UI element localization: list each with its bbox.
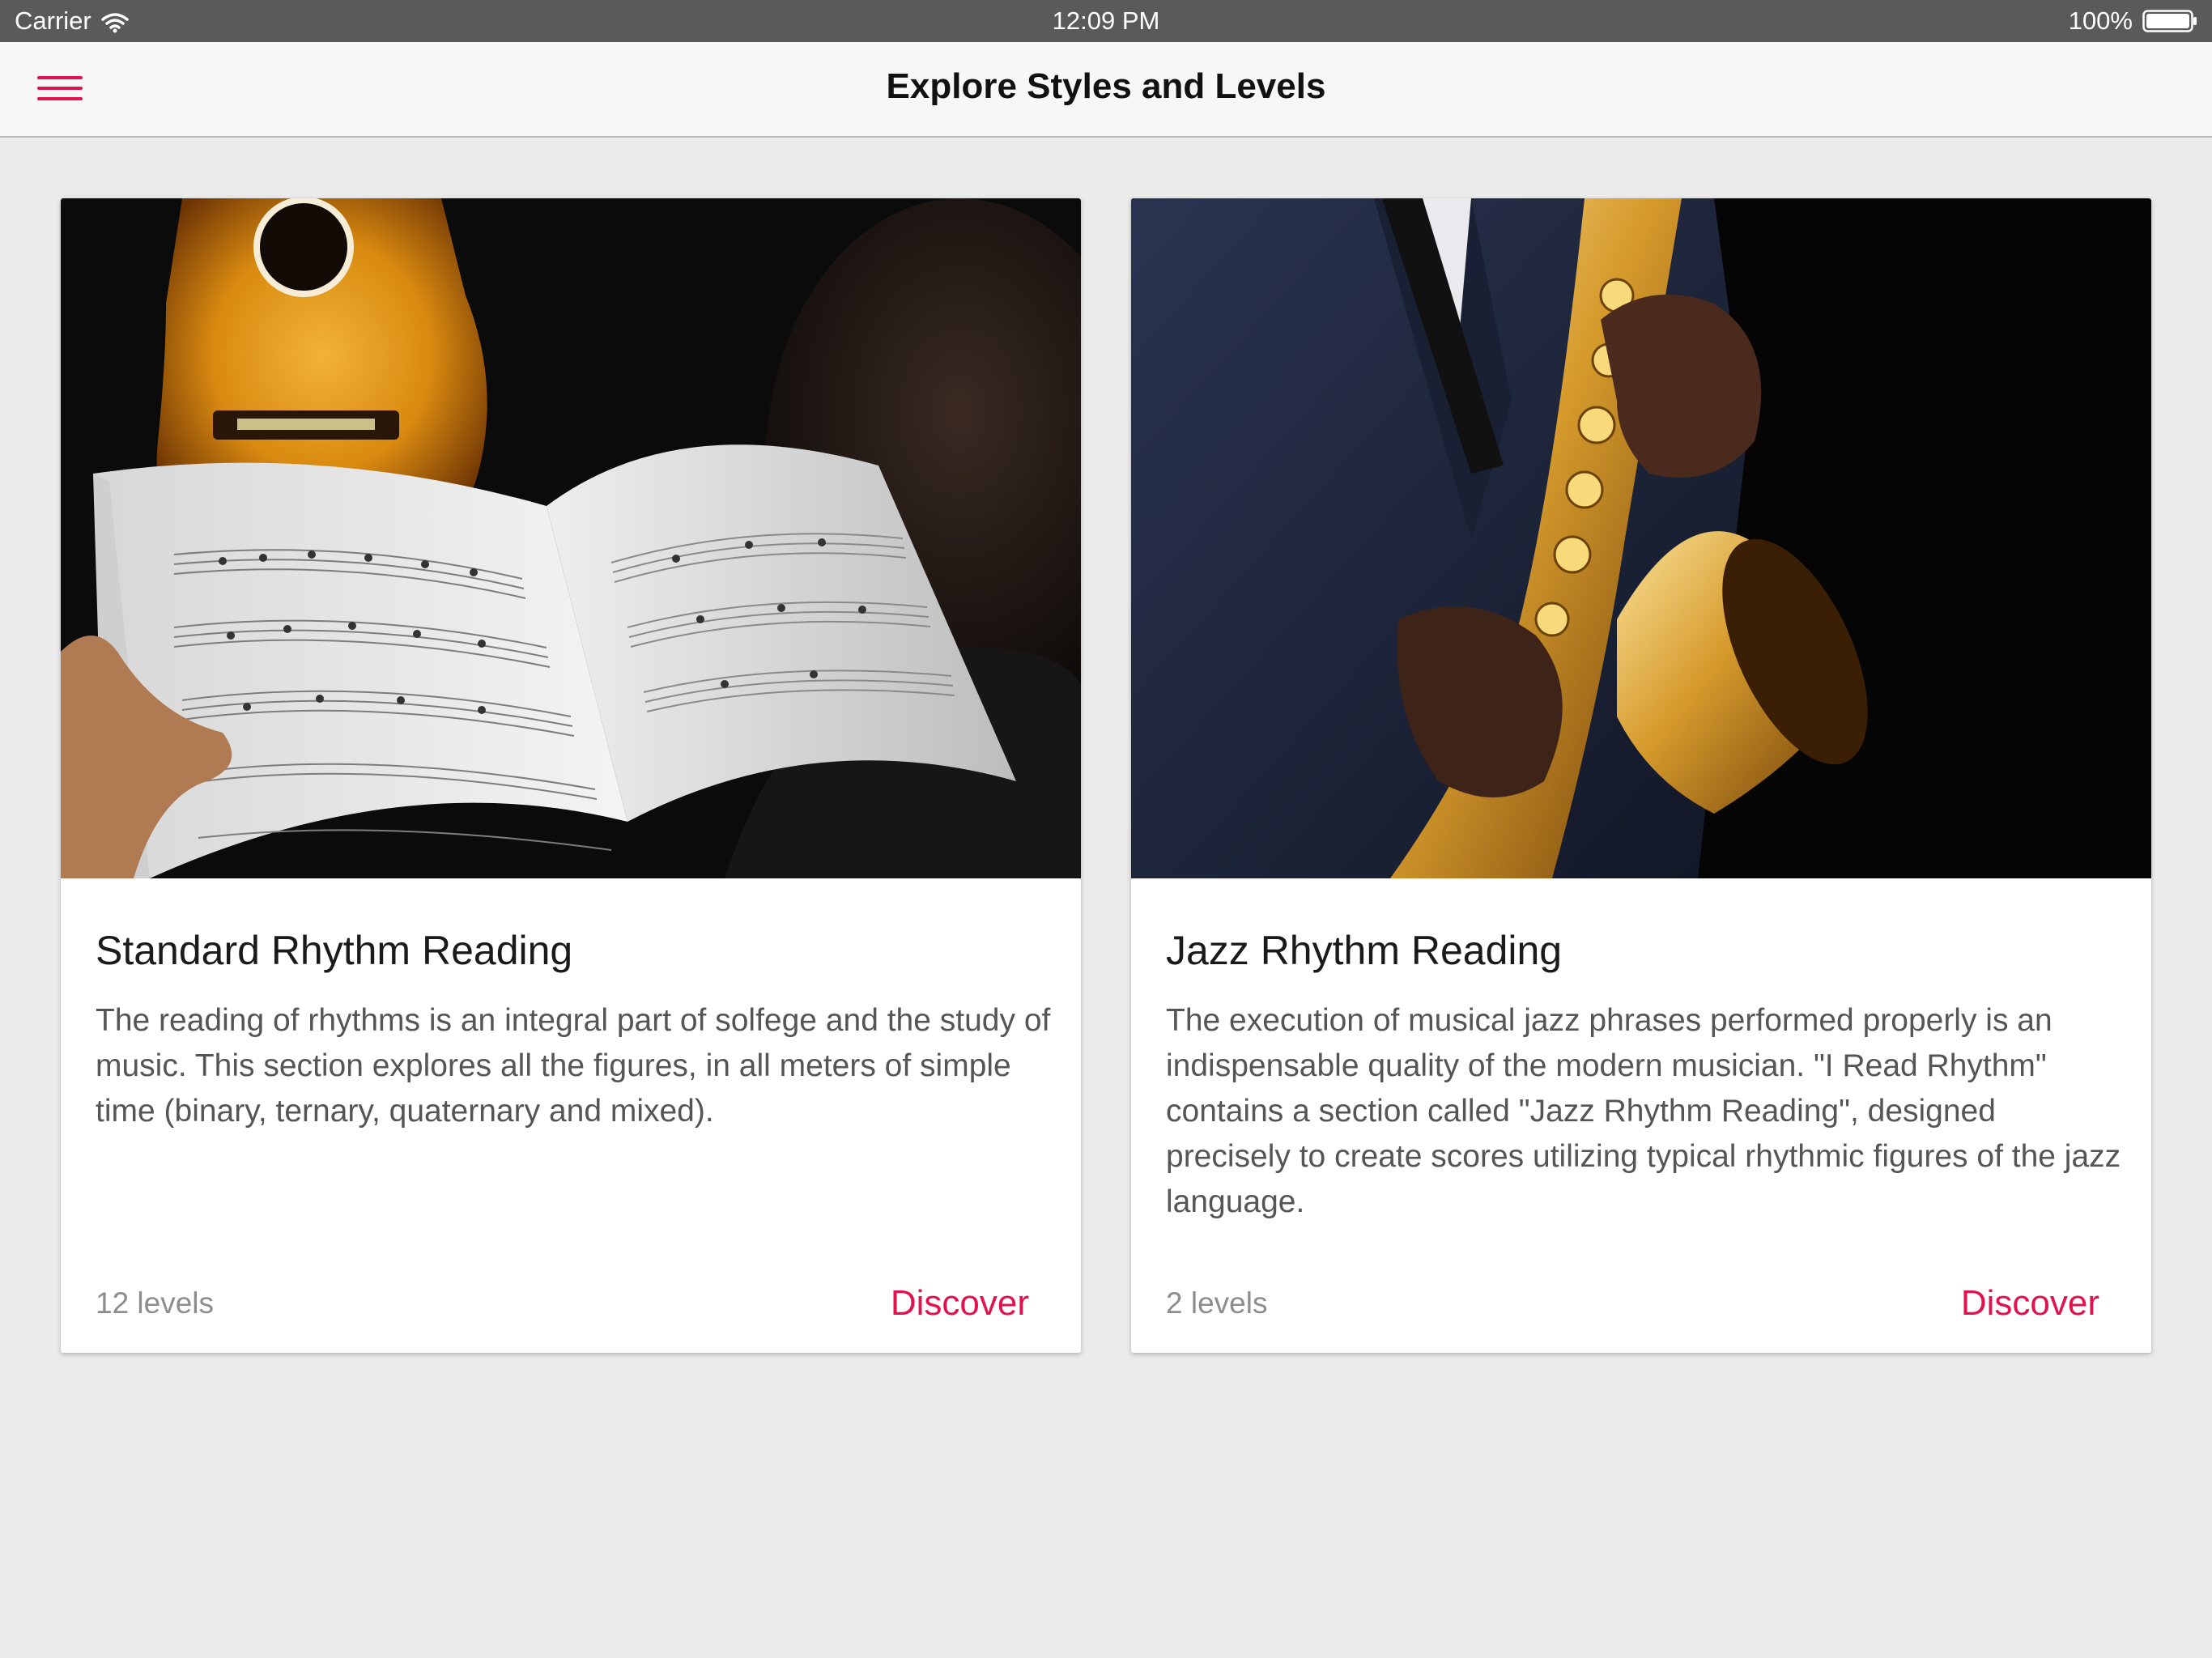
levels-count: 2 levels	[1166, 1286, 1268, 1320]
status-right: 100%	[2069, 6, 2199, 36]
card-description: The execution of musical jazz phrases pe…	[1166, 1003, 2121, 1219]
saxophone-image	[1131, 198, 2151, 878]
card-title: Standard Rhythm Reading	[96, 928, 573, 973]
card-description: The reading of rhythms is an integral pa…	[96, 1003, 1051, 1129]
sheet-music-image	[61, 198, 1081, 878]
style-card-jazz[interactable]: Jazz Rhythm Reading The execution of mus…	[1131, 198, 2151, 1353]
status-time: 12:09 PM	[1052, 6, 1160, 35]
navigation-bar: Explore Styles and Levels	[0, 42, 2212, 138]
levels-count: 12 levels	[96, 1286, 215, 1320]
discover-button[interactable]: Discover	[891, 1283, 1029, 1324]
status-bar: Carrier 12:09 PM 100%	[0, 0, 2212, 42]
discover-button[interactable]: Discover	[1961, 1283, 2099, 1324]
style-card-standard[interactable]: Standard Rhythm Reading The reading of r…	[61, 198, 1081, 1353]
battery-icon	[2142, 9, 2199, 33]
page-title: Explore Styles and Levels	[886, 66, 1326, 106]
card-title: Jazz Rhythm Reading	[1166, 928, 1563, 973]
battery-percent: 100%	[2068, 6, 2133, 35]
